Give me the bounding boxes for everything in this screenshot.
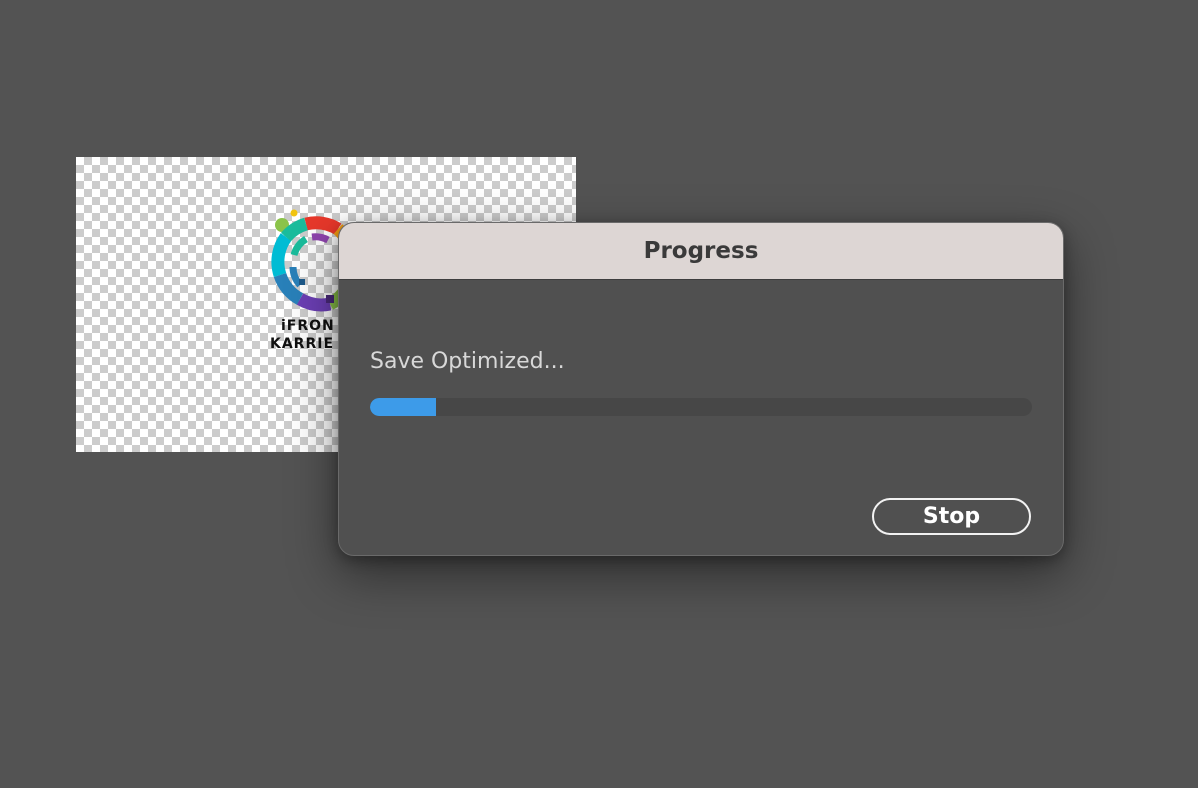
progress-bar: [370, 398, 1032, 416]
status-text: Save Optimized...: [370, 349, 565, 374]
workspace: iFRON KARRIE Progress Save Optimized... …: [0, 0, 1198, 788]
progress-dialog: Progress Save Optimized... Stop: [338, 222, 1064, 556]
dialog-titlebar[interactable]: Progress: [339, 223, 1063, 280]
logo-text-line2: KARRIE: [270, 336, 335, 352]
progress-bar-fill: [370, 398, 437, 416]
stop-button[interactable]: Stop: [872, 498, 1031, 535]
logo-text-line1: iFRON: [281, 318, 335, 334]
dialog-title: Progress: [643, 238, 759, 264]
